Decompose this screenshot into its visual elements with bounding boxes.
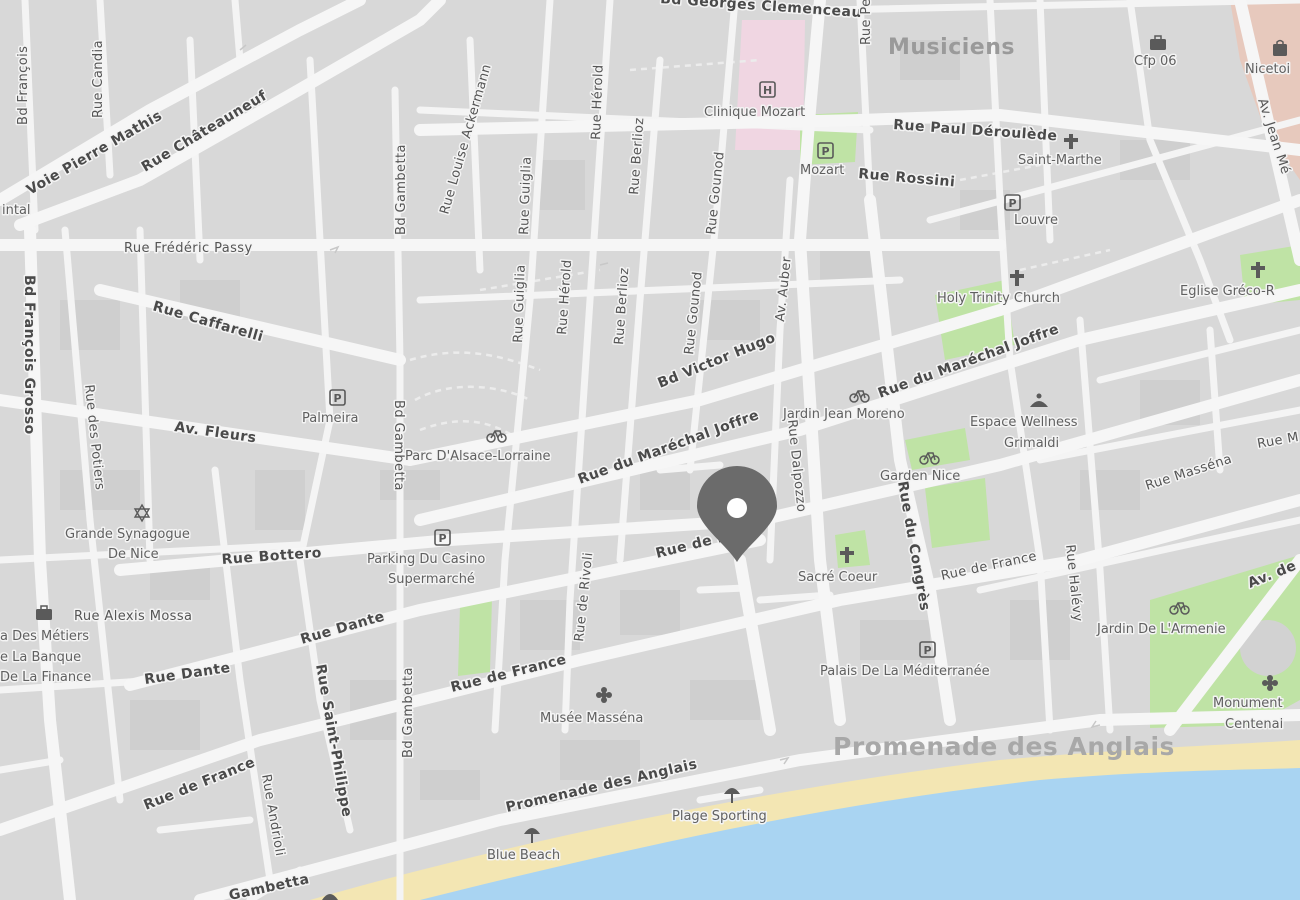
poi-jardin-armenie[interactable]: Jardin De L'Armenie	[1095, 621, 1228, 639]
poi-espace-wellness[interactable]: Espace Wellness	[969, 414, 1080, 432]
street-bd-francois-grosso: Bd François Grosso	[21, 275, 37, 435]
poi-sacre-coeur[interactable]: Sacré Coeur	[797, 569, 880, 587]
poi-louvre[interactable]: Louvre	[1013, 212, 1060, 230]
svg-text:H: H	[763, 84, 772, 97]
poi-parking-casino-2[interactable]: Supermarché	[387, 571, 477, 589]
poi-palais-mediterranee[interactable]: Palais De La Méditerranée	[819, 663, 992, 681]
district-musiciens: Musiciens	[888, 35, 1015, 60]
street-bd-francois-1: Bd François	[16, 46, 31, 125]
poi-clinique-mozart[interactable]: Clinique Mozart	[703, 104, 807, 122]
street-bd-gambetta-1: Bd Gambetta	[394, 144, 409, 235]
street-rue-alexis-mossa: Rue Alexis Mossa	[74, 609, 192, 624]
street-rue-frederic-passy: Rue Frédéric Passy	[124, 241, 253, 256]
poi-plage-sporting[interactable]: Plage Sporting	[671, 808, 769, 826]
poi-parking-casino[interactable]: Parking Du Casino	[366, 551, 487, 569]
poi-blue-beach[interactable]: Blue Beach	[486, 847, 562, 865]
svg-text:P: P	[334, 392, 342, 405]
poi-metiers-3[interactable]: De La Finance	[0, 669, 93, 687]
street-rue-guiglia-1: Rue Guiglia	[517, 156, 535, 235]
park-garden-nice-2	[925, 478, 990, 548]
street-rue-candia: Rue Candia	[91, 40, 106, 118]
district-promenade-des-anglais: Promenade des Anglais	[833, 732, 1175, 761]
poi-monument[interactable]: Monument	[1212, 695, 1285, 713]
poi-nicetoile[interactable]: Nicetoi	[1244, 61, 1292, 79]
poi-espace-wellness-2[interactable]: Grimaldi	[1003, 435, 1061, 453]
svg-text:P: P	[439, 532, 447, 545]
poi-garden-nice[interactable]: Garden Nice	[879, 468, 962, 486]
poi-jardin-jean-moreno[interactable]: Jardin Jean Moreno	[781, 406, 907, 424]
park-sacre-coeur	[835, 530, 870, 568]
street-bd-gambetta-3: Bd Gambetta	[401, 667, 416, 758]
poi-cfp06[interactable]: Cfp 06	[1133, 53, 1179, 71]
svg-text:P: P	[822, 145, 830, 158]
poi-grande-synagogue[interactable]: Grande Synagogue	[64, 526, 192, 544]
street-rue-guiglia-2: Rue Guiglia	[511, 264, 529, 343]
street-rue-herold-1: Rue Hérold	[589, 64, 607, 140]
poi-monument-2[interactable]: Centenai	[1224, 716, 1285, 734]
street-rue-pertinax: Rue Pertinax	[859, 0, 874, 45]
svg-text:P: P	[924, 644, 932, 657]
poi-metiers-2[interactable]: e La Banque	[0, 649, 83, 667]
poi-intal: intal	[2, 203, 31, 218]
poi-holy-trinity[interactable]: Holy Trinity Church	[936, 290, 1062, 308]
map-layer: Musiciens Promenade des Anglais Bd Franç…	[0, 0, 1300, 900]
poi-metiers[interactable]: a Des Métiers	[0, 628, 91, 646]
svg-text:P: P	[1009, 197, 1017, 210]
poi-saint-marthe[interactable]: Saint-Marthe	[1017, 152, 1104, 170]
poi-musee-massena[interactable]: Musée Masséna	[539, 710, 645, 728]
poi-palmeira[interactable]: Palmeira	[301, 410, 360, 428]
poi-mozart-parking[interactable]: Mozart	[799, 162, 846, 180]
poi-grande-synagogue-2[interactable]: De Nice	[107, 546, 161, 564]
poi-eglise-greco[interactable]: Eglise Gréco-R	[1179, 283, 1277, 301]
map-canvas[interactable]: Musiciens Promenade des Anglais Bd Franç…	[0, 0, 1300, 900]
park-rue-dante	[458, 598, 492, 676]
poi-parc-alsace-lorraine[interactable]: Parc D'Alsace-Lorraine	[404, 448, 552, 466]
street-bd-gambetta-2: Bd Gambetta	[391, 400, 406, 491]
